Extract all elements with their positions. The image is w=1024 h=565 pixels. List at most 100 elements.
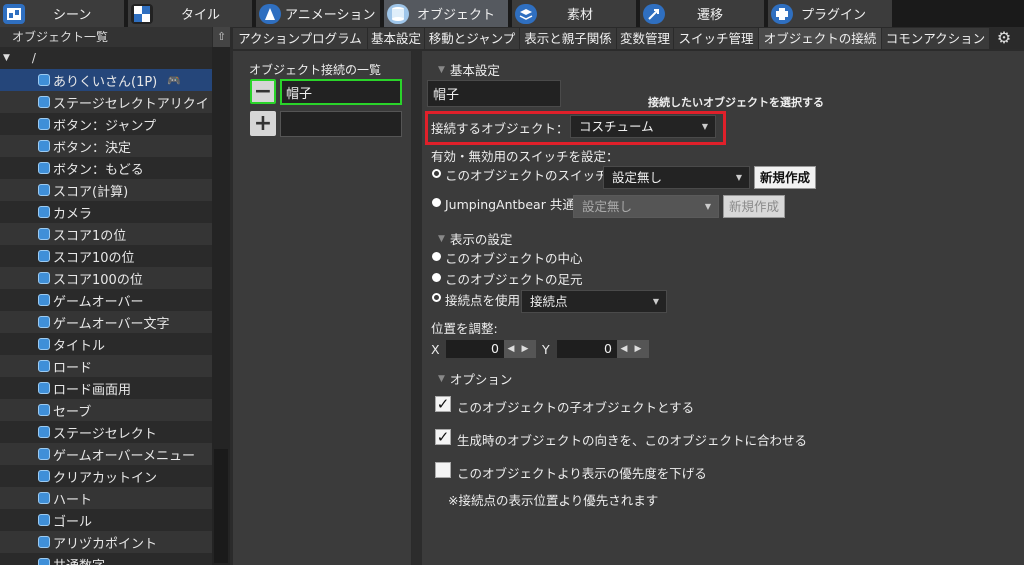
section-options-header[interactable]: ▼ オプション — [438, 369, 512, 388]
main-tab-bar: シーン タイル アニメーション オブジェクト 素材 遷移 プラグイン — [0, 0, 1024, 27]
tab-display-parent[interactable]: 表示と親子関係 — [520, 28, 616, 49]
object-list-item-label: スコア100の位 — [53, 272, 143, 288]
object-list-item[interactable]: 共通数字 — [0, 553, 212, 565]
object-list-item[interactable]: クリアカットイン — [0, 465, 212, 487]
tree-root[interactable]: ▼ / — [0, 47, 212, 69]
object-icon — [38, 404, 50, 416]
tab-basic-settings[interactable]: 基本設定 — [368, 28, 424, 49]
object-list-item-label: ハート — [53, 492, 93, 508]
expand-triangle-icon[interactable]: ▼ — [3, 53, 10, 63]
object-list-item[interactable]: スコア100の位 — [0, 267, 212, 289]
object-list-item[interactable]: ロード — [0, 355, 212, 377]
y-stepper[interactable]: ◀ ▶ — [617, 340, 649, 358]
new-switch-button[interactable]: 新規作成 — [754, 166, 816, 189]
object-list-item[interactable]: ゲームオーバー文字 — [0, 311, 212, 333]
tab-object-label: オブジェクト — [417, 8, 496, 23]
common-switch-label: JumpingAntbear 共通 — [445, 197, 575, 212]
tab-action-program[interactable]: アクションプログラム — [233, 28, 367, 49]
child-object-checkbox[interactable]: ✓ — [435, 396, 451, 412]
object-icon — [38, 162, 50, 174]
this-switch-radio[interactable] — [432, 169, 441, 178]
this-switch-dropdown[interactable]: 設定無し ▼ — [603, 166, 750, 189]
object-list-item[interactable]: ボタン：ジャンプ — [0, 113, 212, 135]
object-list-item[interactable]: ロード画面用 — [0, 377, 212, 399]
object-list-item[interactable]: スコア(計算) — [0, 179, 212, 201]
connection-settings-panel: ▼ 基本設定 帽子 接続したいオブジェクトを選択する 接続するオブジェクト： コ… — [422, 51, 1024, 565]
object-list-item[interactable]: ありくいさん(1P) 🎮 — [0, 69, 212, 91]
connection-name-input[interactable]: 帽子 — [427, 80, 561, 107]
object-list-item-label: ボタン：もどる — [53, 162, 144, 178]
target-object-value: コスチューム — [579, 119, 654, 134]
x-stepper[interactable]: ◀ ▶ — [504, 340, 536, 358]
object-list-item-label: ゲームオーバー — [53, 294, 144, 310]
match-direction-checkbox[interactable]: ✓ — [435, 429, 451, 445]
center-radio[interactable] — [432, 252, 441, 261]
tab-move-jump[interactable]: 移動とジャンプ — [425, 28, 519, 49]
connection-list-title: オブジェクト接続の一覧 — [249, 63, 382, 77]
increment-arrow-icon[interactable]: ▶ — [518, 344, 532, 354]
scrollbar-thumb[interactable] — [214, 449, 228, 563]
object-list-item[interactable]: セーブ — [0, 399, 212, 421]
dropdown-arrow-icon: ▼ — [701, 122, 708, 131]
foot-radio[interactable] — [432, 273, 441, 282]
object-list-item[interactable]: タイトル — [0, 333, 212, 355]
remove-connection-button[interactable]: − — [250, 79, 276, 104]
priority-note: ※接続点の表示位置より優先されます — [448, 493, 659, 508]
object-icon — [38, 96, 50, 108]
tab-resource[interactable]: 素材 — [512, 0, 636, 27]
object-list-item[interactable]: スコア1の位 — [0, 223, 212, 245]
tab-switches[interactable]: スイッチ管理 — [674, 28, 758, 49]
object-list-item[interactable]: ステージセレクトアリクイ — [0, 91, 212, 113]
object-list-item-label: アリヅカポイント — [53, 536, 158, 552]
target-object-dropdown[interactable]: コスチューム ▼ — [570, 115, 716, 138]
tab-plugin[interactable]: プラグイン — [768, 0, 892, 27]
connection-item-1[interactable]: 帽子 — [280, 79, 402, 105]
tab-common-action[interactable]: コモンアクション — [882, 28, 989, 49]
connection-list-scrollbar[interactable] — [412, 51, 422, 565]
object-list-item[interactable]: ゲームオーバー — [0, 289, 212, 311]
object-list-item[interactable]: ステージセレクト — [0, 421, 212, 443]
add-connection-button[interactable]: + — [250, 111, 276, 136]
object-list-item[interactable]: ゲームオーバーメニュー — [0, 443, 212, 465]
tab-transition[interactable]: 遷移 — [640, 0, 764, 27]
y-value-input[interactable]: 0 — [557, 340, 617, 358]
object-list-item[interactable]: ボタン：決定 — [0, 135, 212, 157]
connection-point-dropdown[interactable]: 接続点 ▼ — [521, 290, 667, 313]
common-switch-radio[interactable] — [432, 198, 441, 207]
gamepad-icon: 🎮 — [167, 73, 181, 87]
object-list-item[interactable]: ハート — [0, 487, 212, 509]
x-value-input[interactable]: 0 — [446, 340, 504, 358]
tab-scene[interactable]: シーン — [0, 0, 124, 27]
connection-point-radio[interactable] — [432, 293, 441, 302]
gear-icon[interactable]: ⚙ — [993, 28, 1015, 48]
decrement-arrow-icon[interactable]: ◀ — [617, 344, 631, 354]
connection-item-2[interactable] — [280, 111, 402, 137]
section-basic-header[interactable]: ▼ 基本設定 — [438, 60, 500, 79]
object-list-item[interactable]: ボタン：もどる — [0, 157, 212, 179]
up-arrow-icon[interactable]: ⇧ — [213, 27, 230, 47]
object-list-item-label: スコア10の位 — [53, 250, 135, 266]
tab-object[interactable]: オブジェクト — [384, 0, 508, 27]
section-options-title: オプション — [449, 372, 513, 387]
tab-tile[interactable]: タイル — [128, 0, 252, 27]
tab-animation[interactable]: アニメーション — [256, 0, 380, 27]
object-list-item[interactable]: スコア10の位 — [0, 245, 212, 267]
object-list: ありくいさん(1P) 🎮 ステージセレクトアリクイ ボタン：ジャンプ ボタン：決定ボタン… — [0, 69, 212, 565]
object-icon — [38, 558, 50, 565]
object-list-item[interactable]: ゴール — [0, 509, 212, 531]
dropdown-arrow-icon: ▼ — [704, 202, 711, 211]
tab-variables[interactable]: 変数管理 — [617, 28, 673, 49]
tab-object-connection[interactable]: オブジェクトの接続 — [759, 28, 881, 49]
lower-priority-checkbox[interactable] — [435, 462, 451, 478]
object-list-item[interactable]: カメラ — [0, 201, 212, 223]
dropdown-arrow-icon: ▼ — [652, 297, 659, 306]
decrement-arrow-icon[interactable]: ◀ — [504, 344, 518, 354]
object-list-item[interactable]: アリヅカポイント — [0, 531, 212, 553]
tab-transition-label: 遷移 — [697, 8, 724, 23]
object-list-scrollbar[interactable] — [212, 47, 230, 565]
object-icon — [38, 514, 50, 526]
common-new-switch-button[interactable]: 新規作成 — [723, 195, 785, 218]
common-switch-dropdown[interactable]: 設定無し ▼ — [573, 195, 719, 218]
section-display-header[interactable]: ▼ 表示の設定 — [438, 229, 512, 248]
increment-arrow-icon[interactable]: ▶ — [631, 344, 645, 354]
